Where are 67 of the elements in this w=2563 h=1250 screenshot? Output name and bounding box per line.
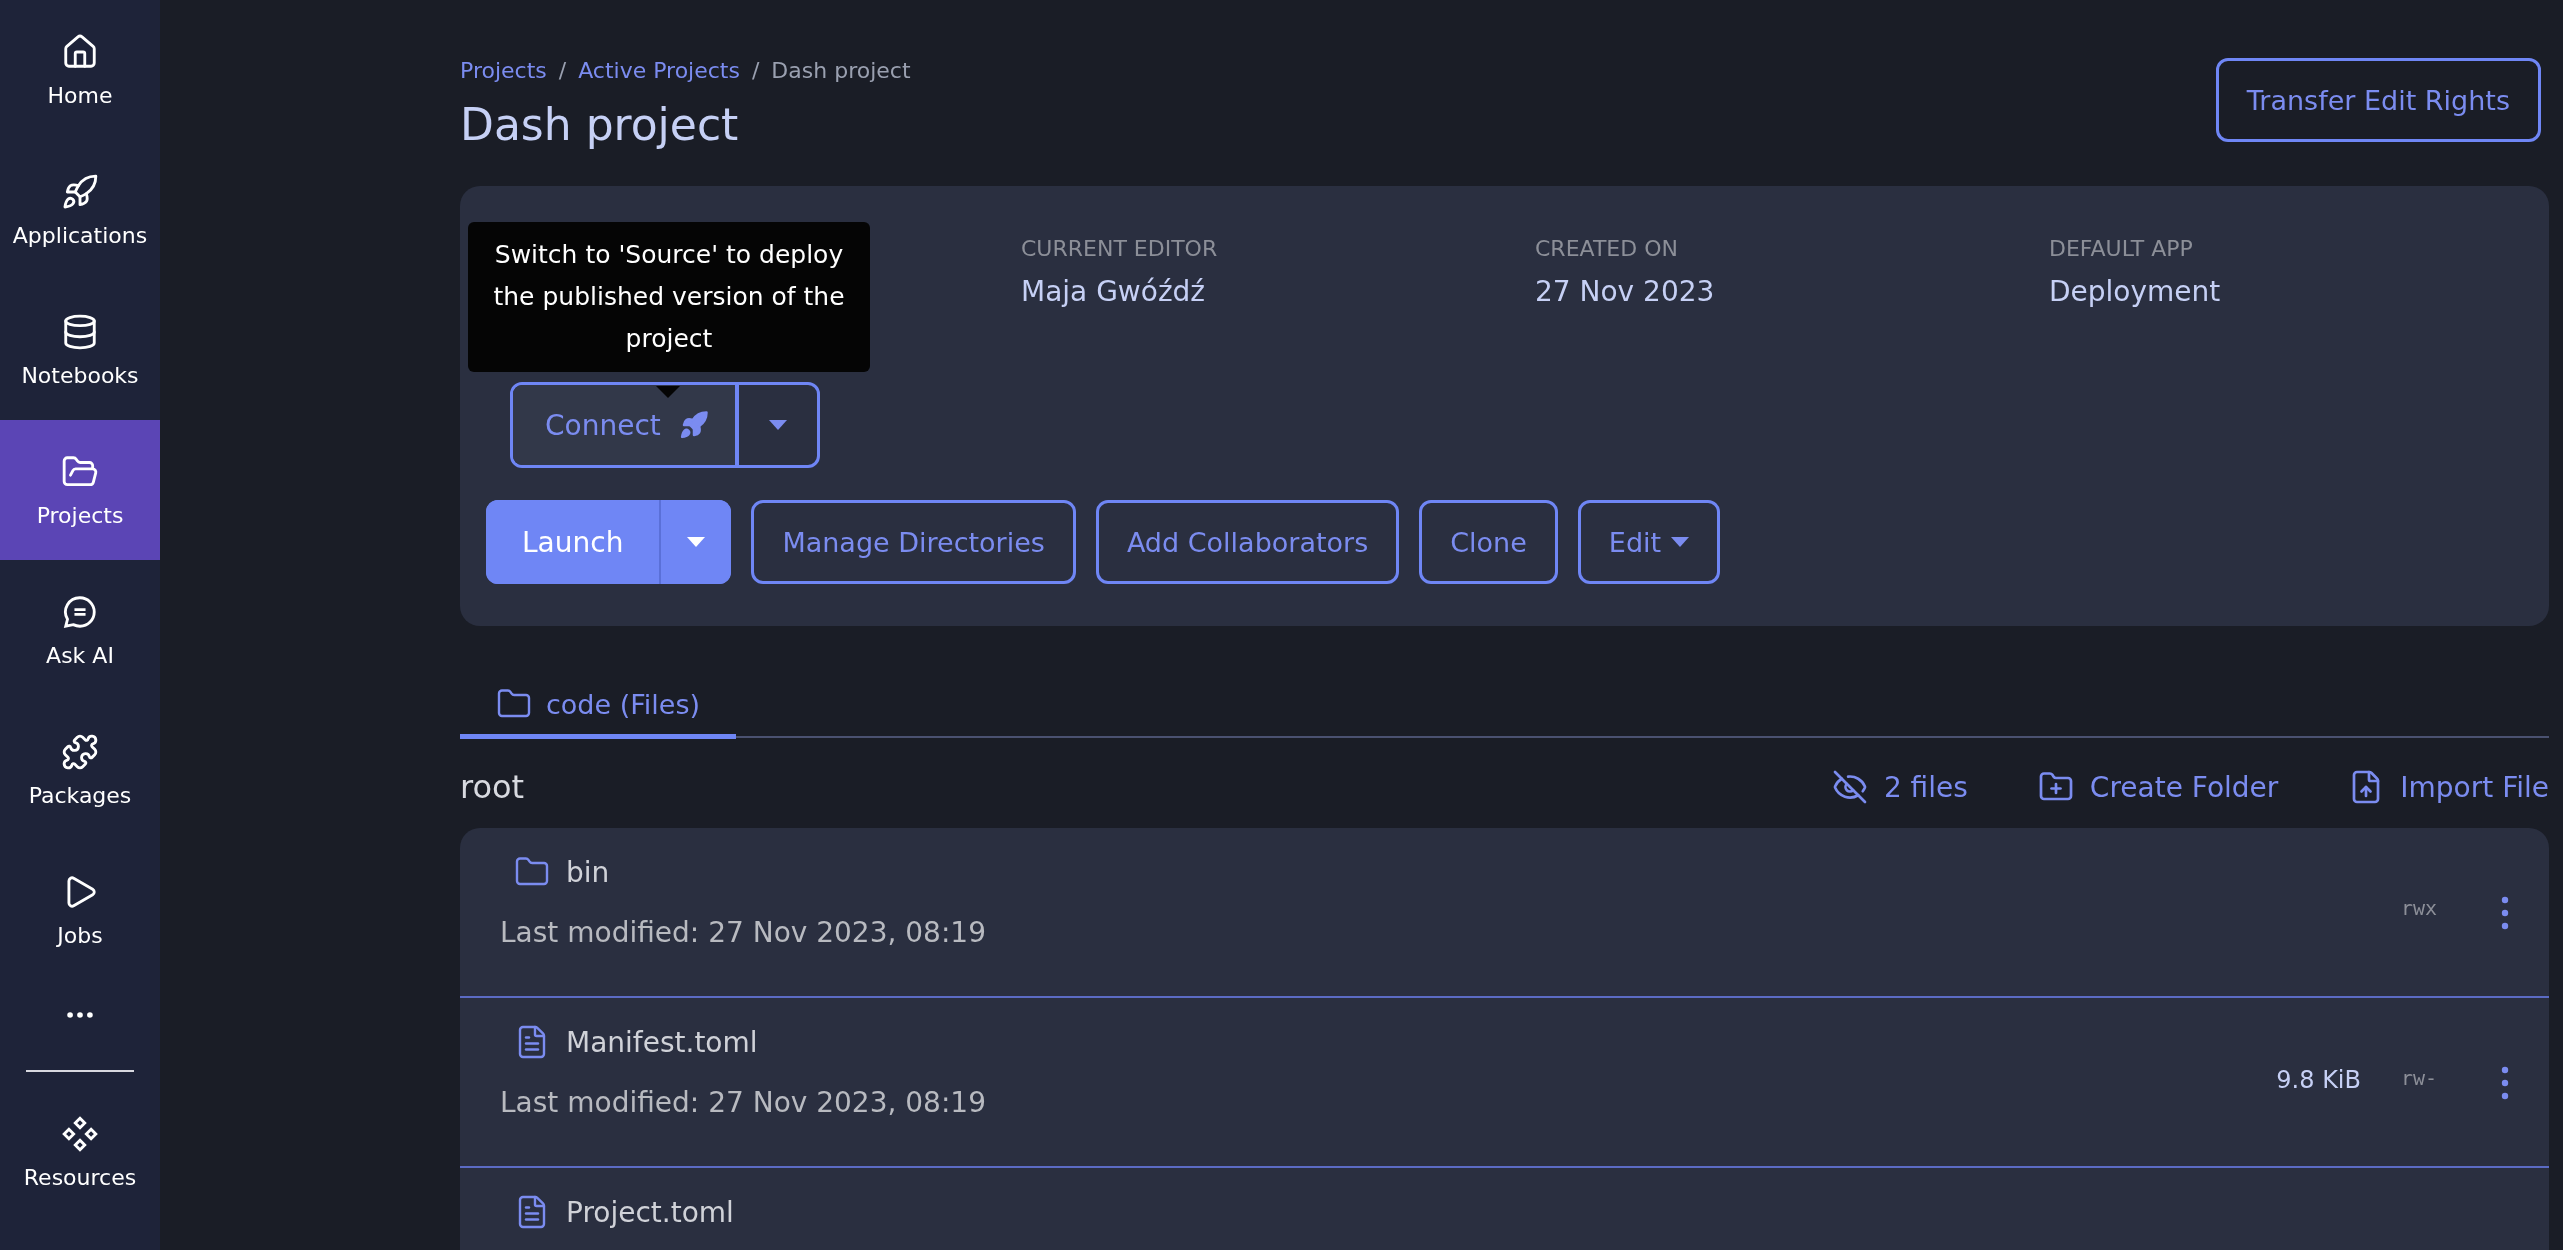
dropdown-button[interactable]: Edit (1577, 500, 1721, 584)
file-size: 9.8 KiB (2276, 1066, 2361, 1094)
tab[interactable]: code (Files) (460, 678, 736, 739)
caret-icon (1671, 537, 1690, 547)
dropdown-toggle[interactable] (659, 500, 732, 584)
breadcrumb-link[interactable]: Projects (460, 58, 547, 83)
breadcrumb-separator: / (751, 58, 760, 83)
sidebar-label: Ask AI (46, 642, 114, 668)
sidebar-item[interactable]: Notebooks (0, 280, 160, 420)
modified-date: Last modified: 27 Nov 2023, 08:19 (500, 1086, 987, 1119)
toolbar-link[interactable]: Import File (2348, 769, 2549, 805)
rocket-icon (61, 172, 99, 211)
more-options-button[interactable] (2501, 1066, 2509, 1100)
kebab-icon (2501, 1066, 2509, 1100)
caret-icon (768, 420, 787, 430)
sidebar-label: Notebooks (21, 362, 139, 388)
sidebar-item[interactable]: Applications (0, 140, 160, 280)
sidebar-label: Home (47, 82, 113, 108)
action-button[interactable]: Add Collaborators (1095, 500, 1400, 584)
sidebar-label: Resources (23, 1164, 137, 1190)
sidebar-label: Jobs (57, 922, 103, 948)
detail-label: CREATED ON (1535, 236, 1679, 261)
sidebar-item[interactable]: Home (0, 0, 160, 140)
sidebar-item[interactable]: Jobs (0, 840, 160, 980)
file-name: bin (566, 855, 610, 889)
diamonds-icon (61, 1114, 99, 1153)
home-icon (61, 32, 99, 71)
sidebar-item[interactable]: Resources (0, 1082, 160, 1222)
puzzle-icon (61, 732, 99, 771)
file-row[interactable]: Manifest.toml Last modified: 27 Nov 2023, 08:19 9.8 KiB rw- (460, 998, 2549, 1168)
action-button[interactable]: Manage Directories (751, 500, 1076, 584)
current-page-label: Dash project (771, 58, 911, 83)
detail-label: CURRENT EDITOR (1021, 236, 1219, 261)
file-name: Manifest.toml (566, 1025, 758, 1059)
permissions: rwx (2401, 896, 2439, 920)
tooltip-arrow (656, 386, 680, 398)
page-title: Dash project (460, 99, 740, 150)
connect-button[interactable]: Connect (513, 385, 735, 465)
detail-value: 27 Nov 2023 (1535, 275, 1716, 308)
eye-off-icon (1831, 769, 1868, 805)
rocket-icon (678, 410, 709, 440)
caret-icon (687, 537, 706, 547)
file-name: Project.toml (566, 1195, 734, 1229)
sidebar-label: Applications (12, 222, 148, 248)
tooltip: Switch to 'Source' to deploy the published version of the project (468, 222, 870, 372)
sidebar-label: Projects (36, 502, 124, 528)
sidebar-label: Packages (28, 782, 132, 808)
modified-date: Last modified: 27 Nov 2023, 08:19 (500, 916, 987, 949)
toolbar-link[interactable]: Create Folder (2037, 769, 2279, 805)
more-options-button[interactable] (2501, 896, 2509, 930)
action-button[interactable]: Clone (1419, 500, 1558, 584)
sidebar-item[interactable]: Projects (0, 420, 160, 560)
sidebar-item[interactable]: Packages (0, 700, 160, 840)
detail-value: Maja Gwóźdź (1021, 275, 1207, 308)
detail-value: Deployment (2049, 275, 2222, 308)
detail-label: DEFAULT APP (2049, 236, 2194, 261)
breadcrumb-link[interactable]: Active Projects (578, 58, 740, 83)
kebab-icon (2501, 896, 2509, 930)
permissions: rw- (2401, 1066, 2439, 1090)
toolbar-link[interactable]: 2 files (1831, 769, 1968, 805)
file-row[interactable]: Project.toml (460, 1168, 2549, 1250)
sidebar-item[interactable]: Ask AI (0, 560, 160, 700)
folder-name: root (460, 768, 525, 806)
breadcrumb-separator: / (558, 58, 567, 83)
stack-icon (61, 312, 99, 351)
transfer-edit-rights-button[interactable]: Transfer Edit Rights (2215, 58, 2541, 142)
file-row[interactable]: bin Last modified: 27 Nov 2023, 08:19 rwx (460, 828, 2549, 998)
